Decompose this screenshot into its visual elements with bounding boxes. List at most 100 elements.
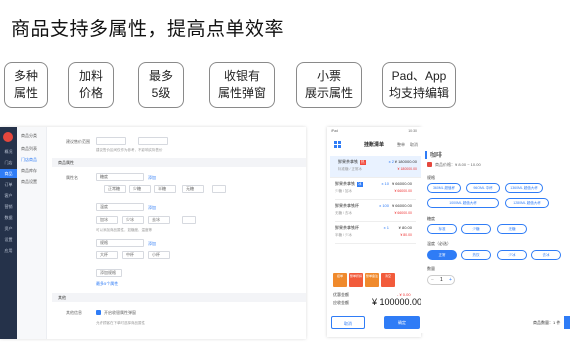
order-qty: x 10 [381,181,389,186]
confirm-button[interactable]: 确定 [384,316,420,329]
checkbox-label: 开启收银属性弹窗 [104,310,136,315]
option-input[interactable]: 无糖 [182,185,204,193]
option-input[interactable]: 正常糖 [104,185,126,193]
add-option-button[interactable] [182,216,196,224]
field-label: 属性名 [66,175,78,180]
header-action[interactable]: 整单 [397,142,405,148]
option-input[interactable]: 小杯 [148,251,170,259]
order-name: 鲜果茶拿铁热 [338,159,366,165]
quantity-stepper[interactable]: − 1 + [427,275,455,285]
add-link[interactable]: 添加 [148,175,156,181]
feature-badge-popup: 收银有 属性弹窗 [209,62,275,108]
order-row[interactable]: 鲜果茶拿铁热 标准糖 / 正常冰 x 2 ¥ 180000.00 ¥ 18000… [330,156,421,178]
feature-badge-line2: 展示属性 [304,86,353,100]
option-chip[interactable]: 360ML 超值杯 [427,183,461,193]
order-subtotal: ¥ 66000.00 [394,211,412,215]
feature-badge-line2: 5级 [151,86,171,100]
order-qty: x 2 [388,159,394,164]
subnav-item-active[interactable]: 门店商品 [21,157,37,163]
headline: 商品支持多属性，提高点单效率 [11,19,285,40]
rail-item[interactable]: 订单 [0,180,17,189]
add-group-button[interactable]: 添加规格 [96,269,122,277]
subnav-item[interactable]: 商品设置 [21,179,37,185]
attr-name-input[interactable]: 温度 [96,203,144,211]
option-input[interactable]: 半糖 [154,185,176,193]
order-row[interactable]: 鲜果茶拿铁杯 半糖 / 少冰 x 1 ¥ 80.00 ¥ 80.00 [335,222,416,244]
option-chip[interactable]: 去冰 [531,250,561,260]
rail-item[interactable]: 客户 [0,191,17,200]
order-price: ¥ 66000.00 [391,203,412,208]
option-chip[interactable]: 1360ML 超值大杯 [505,183,543,193]
section-other: 其他 [52,293,306,302]
function-button[interactable]: 整单备注 [365,273,379,287]
subnav-item[interactable]: 商品列表 [21,146,37,152]
price-max-input[interactable] [138,137,168,145]
rail-item[interactable]: 概况 [0,147,17,156]
app-logo-icon [3,132,13,142]
order-qty: x 1 [383,225,389,230]
option-chip[interactable]: 少糖 [461,224,491,234]
option-chip[interactable]: 96OML 中杯 [466,183,500,193]
tablet-title: 挂账清单 [363,142,384,148]
rail-item[interactable]: 资产 [0,224,17,233]
rail-item[interactable]: 数据 [0,213,17,222]
feature-badge-line2: 价格 [78,86,103,100]
order-row[interactable]: 鲜果茶拿铁冰 少糖 / 加冰 x 10 ¥ 66000.00 ¥ 66000.0… [335,178,416,200]
rail-item[interactable]: 营销 [0,202,17,211]
feature-badge-line2: 均支持编辑 [388,86,449,100]
group-label: 糖度 [427,216,435,221]
rail-item[interactable]: 门店 [0,158,17,167]
order-sub: 半糖 / 少冰 [335,233,352,237]
attr-name-input[interactable]: 糖度 [96,173,144,181]
option-chip[interactable]: 标准 [427,224,457,234]
field-label: 其他信息 [66,310,82,315]
checkbox-icon[interactable] [96,310,101,315]
order-tag: 热 [360,160,366,165]
rail-item-active[interactable]: 商品 [0,169,17,178]
feature-badge-line1: 加料 [78,69,103,83]
option-input[interactable]: 中杯 [122,251,144,259]
add-link[interactable]: 添加 [148,241,156,247]
field-label: 建议售价范围 [66,139,90,144]
order-row[interactable]: 鲜果茶拿铁杯 无糖 / 去冰 x 100 ¥ 66000.00 ¥ 66000.… [335,200,416,222]
subnav-item[interactable]: 商品分类 [21,133,37,139]
popup-confirm-button[interactable] [564,316,570,329]
option-chip[interactable]: 1000ML 超值大杯 [427,198,499,208]
option-chip[interactable]: 少冰 [497,250,527,260]
add-link[interactable]: 添加 [148,205,156,211]
option-input[interactable]: 少冰 [122,216,144,224]
plus-icon[interactable]: + [449,276,452,284]
total-label: 应收金额 [333,300,349,305]
option-chip-selected[interactable]: 正常 [427,250,457,260]
rail-item[interactable]: 应用 [0,246,17,255]
option-chip[interactable]: 1280ML 超值大杯 [505,198,549,208]
function-button[interactable]: 整单折扣 [349,273,363,287]
attr-name-input[interactable]: 规格 [96,239,144,247]
subnav-item[interactable]: 商品库存 [21,168,37,174]
order-name: 鲜果茶拿铁冰 [335,181,363,187]
discount-label: 优惠金额 [333,292,349,297]
option-input[interactable]: 大杯 [96,251,118,259]
attribute-popup-screenshot: 咖啡 商品价格：¥ 8.00 ~ 10.00 规格 360ML 超值杯 96OM… [421,127,570,333]
header-action[interactable]: 取消 [410,142,418,148]
range-note: 建议售价区间仅作为参考，不影响实际售价 [96,148,163,152]
total-value: ¥ 100000.00 [372,297,423,307]
option-input[interactable]: 加冰 [96,216,118,224]
feature-badge-line1: 小票 [316,69,341,83]
add-option-button[interactable] [212,185,226,193]
order-subtotal: ¥ 66000.00 [394,189,412,193]
option-input[interactable]: 去冰 [148,216,170,224]
function-button[interactable]: 挂单 [333,273,347,287]
option-chip[interactable]: 无糖 [497,224,527,234]
option-input[interactable]: 少糖 [129,185,151,193]
price-min-input[interactable] [96,137,126,145]
other-tip: 允许顾客在下单时选择商品属性 [96,321,145,325]
cancel-button[interactable]: 取消 [331,316,365,329]
minus-icon[interactable]: − [431,276,434,284]
option-chip[interactable]: 热饮 [461,250,491,260]
order-subtotal: ¥ 180000.00 [397,167,417,171]
rail-item[interactable]: 设置 [0,235,17,244]
feature-badge-line2: 属性 [13,86,38,100]
feature-badge-addon-price: 加料 价格 [68,62,114,108]
function-button[interactable]: 清空 [381,273,395,287]
